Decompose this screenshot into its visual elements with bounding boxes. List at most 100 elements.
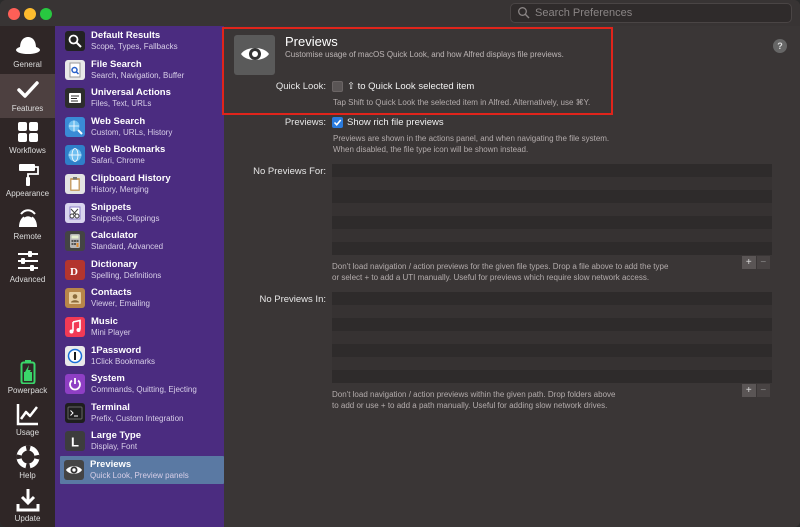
sidebar-item-remote[interactable]: Remote bbox=[0, 202, 55, 246]
feature-item-contacts[interactable]: Contacts Viewer, Emailing bbox=[61, 284, 223, 312]
list-row[interactable] bbox=[332, 177, 772, 190]
help-button[interactable]: ? bbox=[773, 39, 787, 53]
previews-note-line1: Previews are shown in the actions panel,… bbox=[333, 134, 610, 143]
eye-icon bbox=[64, 460, 84, 480]
no-previews-for-controls: + − bbox=[742, 256, 770, 269]
sidebar-item-general[interactable]: General bbox=[0, 30, 55, 74]
feature-item-subtitle: Viewer, Emailing bbox=[91, 299, 150, 309]
feature-item-subtitle: Files, Text, URLs bbox=[91, 99, 152, 109]
feature-item-calculator[interactable]: Calculator Standard, Advanced bbox=[61, 227, 223, 255]
feature-list: Default Results Scope, Types, Fallbacks Fi… bbox=[55, 26, 224, 527]
close-window-button[interactable] bbox=[8, 8, 20, 20]
add-path-button[interactable]: + bbox=[742, 384, 756, 397]
paint-roller-icon bbox=[15, 163, 41, 187]
search-field[interactable] bbox=[510, 3, 792, 23]
magnifier-icon bbox=[65, 31, 85, 51]
feature-item-clipboard-history[interactable]: Clipboard History History, Merging bbox=[61, 170, 223, 198]
list-row[interactable] bbox=[332, 216, 772, 229]
feature-item-subtitle: Commands, Quitting, Ejecting bbox=[91, 385, 197, 395]
chart-icon bbox=[15, 402, 41, 426]
checkmark-icon bbox=[333, 119, 342, 127]
sidebar-item-advanced[interactable]: Advanced bbox=[0, 245, 55, 289]
sidebar-item-update[interactable]: Update bbox=[0, 484, 55, 527]
feature-item-terminal[interactable]: Terminal Prefix, Custom Integration bbox=[61, 399, 223, 427]
feature-item-text: Music Mini Player bbox=[91, 316, 131, 338]
rich-previews-checkbox-label[interactable]: Show rich file previews bbox=[347, 117, 444, 128]
minimize-window-button[interactable] bbox=[24, 8, 36, 20]
feature-item-snippets[interactable]: Snippets Snippets, Clippings bbox=[61, 199, 223, 227]
list-row[interactable] bbox=[332, 203, 772, 216]
svg-text:D: D bbox=[70, 266, 78, 278]
remove-file-type-button[interactable]: − bbox=[756, 256, 770, 269]
feature-item-title: Web Search bbox=[91, 115, 146, 127]
zoom-window-button[interactable] bbox=[40, 8, 52, 20]
download-icon bbox=[15, 488, 41, 512]
file-search-icon bbox=[65, 59, 85, 80]
list-row[interactable] bbox=[332, 305, 772, 318]
highlight-box bbox=[222, 27, 613, 115]
no-previews-in-note-line2: to add or use + to add a path manually. … bbox=[332, 401, 608, 410]
calculator-icon bbox=[65, 231, 85, 252]
sidebar-item-help[interactable]: Help bbox=[0, 441, 55, 485]
feature-item-web-bookmarks[interactable]: Web Bookmarks Safari, Chrome bbox=[61, 141, 223, 169]
large-type-icon: L bbox=[65, 431, 85, 452]
feature-item-subtitle: Safari, Chrome bbox=[91, 156, 145, 166]
feature-item-web-search[interactable]: Web Search Custom, URLs, History bbox=[61, 113, 223, 141]
feature-item-music[interactable]: Music Mini Player bbox=[61, 313, 223, 341]
feature-item-subtitle: Standard, Advanced bbox=[91, 242, 164, 252]
feature-item-text: Universal Actions Files, Text, URLs bbox=[91, 87, 171, 109]
globe-search-icon bbox=[65, 116, 85, 137]
sidebar-item-usage[interactable]: Usage bbox=[0, 398, 55, 442]
previews-note-line2: When disabled, the file type icon will b… bbox=[333, 145, 529, 154]
list-row[interactable] bbox=[332, 242, 772, 255]
feature-item-file-search[interactable]: File Search Search, Navigation, Buffer bbox=[61, 56, 223, 84]
feature-item-dictionary[interactable]: D Dictionary Spelling, Definitions bbox=[61, 256, 223, 284]
feature-item-large-type[interactable]: L Large Type Display, Font bbox=[61, 427, 223, 455]
feature-item-text: Large Type Display, Font bbox=[91, 430, 141, 452]
remove-path-button[interactable]: − bbox=[756, 384, 770, 397]
remote-icon bbox=[15, 206, 41, 230]
feature-item-title: Default Results bbox=[91, 30, 161, 41]
list-row[interactable] bbox=[332, 357, 772, 370]
sidebar-item-powerpack[interactable]: Powerpack bbox=[0, 356, 55, 400]
feature-item-universal-actions[interactable]: Universal Actions Files, Text, URLs bbox=[61, 84, 223, 112]
feature-item-text: 1Password 1Click Bookmarks bbox=[91, 345, 155, 367]
feature-item-title: Terminal bbox=[91, 401, 130, 413]
feature-item-title: Snippets bbox=[91, 201, 132, 213]
feature-item-title: Calculator bbox=[91, 230, 138, 242]
battery-icon bbox=[15, 360, 41, 384]
clipboard-icon bbox=[65, 174, 85, 194]
sidebar-item-features[interactable]: Features bbox=[0, 74, 55, 118]
feature-item-system[interactable]: System Commands, Quitting, Ejecting bbox=[61, 370, 223, 398]
feature-item-1password[interactable]: 1Password 1Click Bookmarks bbox=[61, 342, 223, 370]
previews-label: Previews: bbox=[284, 117, 326, 128]
list-row[interactable] bbox=[332, 318, 772, 331]
feature-item-subtitle: 1Click Bookmarks bbox=[91, 356, 156, 366]
feature-item-default-results[interactable]: Default Results Scope, Types, Fallbacks bbox=[61, 27, 223, 55]
search-input[interactable] bbox=[535, 7, 775, 19]
feature-item-text: Contacts Viewer, Emailing bbox=[91, 287, 150, 309]
feature-item-previews[interactable]: Previews Quick Look, Preview panels bbox=[60, 456, 224, 484]
no-previews-for-note-line1: Don't load navigation / action previews … bbox=[332, 262, 669, 271]
feature-item-text: Clipboard History History, Merging bbox=[91, 173, 171, 195]
feature-item-title: Contacts bbox=[91, 287, 132, 299]
list-row[interactable] bbox=[332, 190, 772, 203]
list-row[interactable] bbox=[332, 344, 772, 357]
list-row[interactable] bbox=[332, 292, 772, 305]
hat-icon bbox=[15, 34, 41, 58]
sidebar-item-appearance[interactable]: Appearance bbox=[0, 159, 55, 203]
feature-item-text: Web Bookmarks Safari, Chrome bbox=[91, 144, 165, 166]
feature-item-text: File Search Search, Navigation, Buffer bbox=[91, 59, 184, 81]
svg-text:L: L bbox=[71, 435, 79, 450]
feature-item-subtitle: Scope, Types, Fallbacks bbox=[91, 42, 178, 51]
list-row[interactable] bbox=[332, 331, 772, 344]
add-file-type-button[interactable]: + bbox=[742, 256, 756, 269]
list-row[interactable] bbox=[332, 229, 772, 242]
rich-previews-checkbox[interactable] bbox=[332, 117, 343, 128]
feature-item-subtitle: Display, Font bbox=[91, 442, 138, 452]
feature-item-subtitle: Quick Look, Preview panels bbox=[90, 471, 189, 480]
list-row[interactable] bbox=[332, 370, 772, 383]
list-row[interactable] bbox=[332, 164, 772, 177]
no-previews-in-controls: + − bbox=[742, 384, 770, 397]
sidebar-item-workflows[interactable]: Workflows bbox=[0, 116, 55, 160]
